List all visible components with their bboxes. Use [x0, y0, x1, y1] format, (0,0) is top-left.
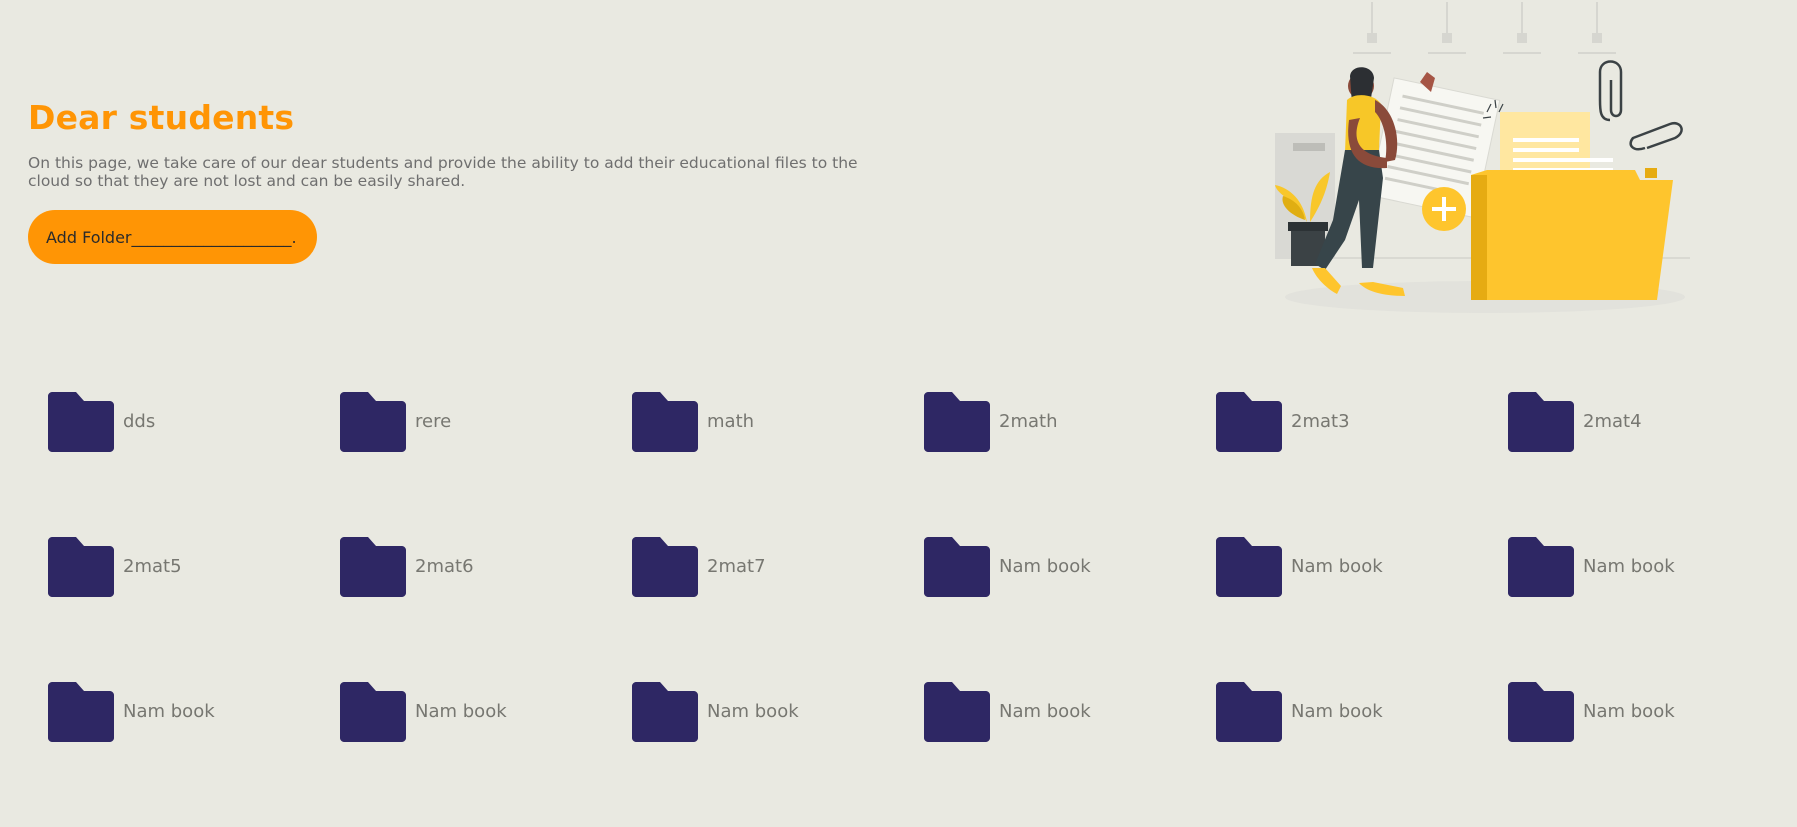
folder-item[interactable]: math — [632, 392, 924, 456]
folder-icon — [340, 537, 406, 597]
folder-icon — [632, 537, 698, 597]
folder-icon — [632, 682, 698, 742]
folder-icon — [340, 392, 406, 452]
folder-item[interactable]: 2mat5 — [48, 537, 340, 601]
folder-icon — [924, 392, 990, 452]
folder-item[interactable]: Nam book — [632, 682, 924, 746]
folder-name: rere — [415, 411, 452, 432]
folder-name: 2mat4 — [1583, 411, 1642, 432]
folder-icon — [340, 682, 406, 742]
folder-item[interactable]: Nam book — [48, 682, 340, 746]
folder-item[interactable]: Nam book — [924, 537, 1216, 601]
folder-name: Nam book — [415, 701, 507, 722]
folder-icon — [48, 392, 114, 452]
folder-icon — [1508, 392, 1574, 452]
folder-name: Nam book — [1291, 556, 1383, 577]
folder-icon — [1216, 682, 1282, 742]
folder-name: 2mat7 — [707, 556, 766, 577]
folder-item[interactable]: dds — [48, 392, 340, 456]
folder-icon — [48, 682, 114, 742]
folder-name: Nam book — [999, 701, 1091, 722]
add-folder-button[interactable]: Add Folder____________________. — [28, 210, 317, 264]
folder-name: Nam book — [999, 556, 1091, 577]
folder-name: dds — [123, 411, 156, 432]
folder-item[interactable]: rere — [340, 392, 632, 456]
folder-icon — [1508, 682, 1574, 742]
folder-item[interactable]: Nam book — [1216, 537, 1508, 601]
student-files-illustration — [1255, 0, 1715, 320]
folder-item[interactable]: 2mat3 — [1216, 392, 1508, 456]
add-folder-label: Add Folder____________________. — [46, 227, 297, 247]
folder-name: 2mat6 — [415, 556, 474, 577]
folder-item[interactable]: Nam book — [1216, 682, 1508, 746]
folder-item[interactable]: Nam book — [1508, 537, 1797, 601]
folder-icon — [1216, 537, 1282, 597]
folder-item[interactable]: Nam book — [924, 682, 1216, 746]
folder-item[interactable]: 2mat7 — [632, 537, 924, 601]
folder-name: 2mat3 — [1291, 411, 1350, 432]
folder-name: Nam book — [707, 701, 799, 722]
folder-name: Nam book — [123, 701, 215, 722]
folder-name: Nam book — [1583, 701, 1675, 722]
folder-icon — [1508, 537, 1574, 597]
folder-item[interactable]: 2math — [924, 392, 1216, 456]
folder-name: Nam book — [1291, 701, 1383, 722]
folder-icon — [924, 537, 990, 597]
folder-icon — [924, 682, 990, 742]
folder-icon — [632, 392, 698, 452]
page-description: On this page, we take care of our dear s… — [28, 154, 858, 190]
folder-item[interactable]: 2mat6 — [340, 537, 632, 601]
folder-name: 2math — [999, 411, 1058, 432]
folder-icon — [48, 537, 114, 597]
folder-name: Nam book — [1583, 556, 1675, 577]
folder-item[interactable]: Nam book — [340, 682, 632, 746]
page-title: Dear students — [28, 98, 295, 137]
folder-item[interactable]: 2mat4 — [1508, 392, 1797, 456]
folder-item[interactable]: Nam book — [1508, 682, 1797, 746]
hero-section: Dear students On this page, we take care… — [28, 96, 888, 264]
folder-icon — [1216, 392, 1282, 452]
folder-grid: dds rere math 2math 2mat3 2mat4 2mat5 2m… — [48, 392, 1797, 827]
folder-name: 2mat5 — [123, 556, 182, 577]
folder-name: math — [707, 411, 755, 432]
